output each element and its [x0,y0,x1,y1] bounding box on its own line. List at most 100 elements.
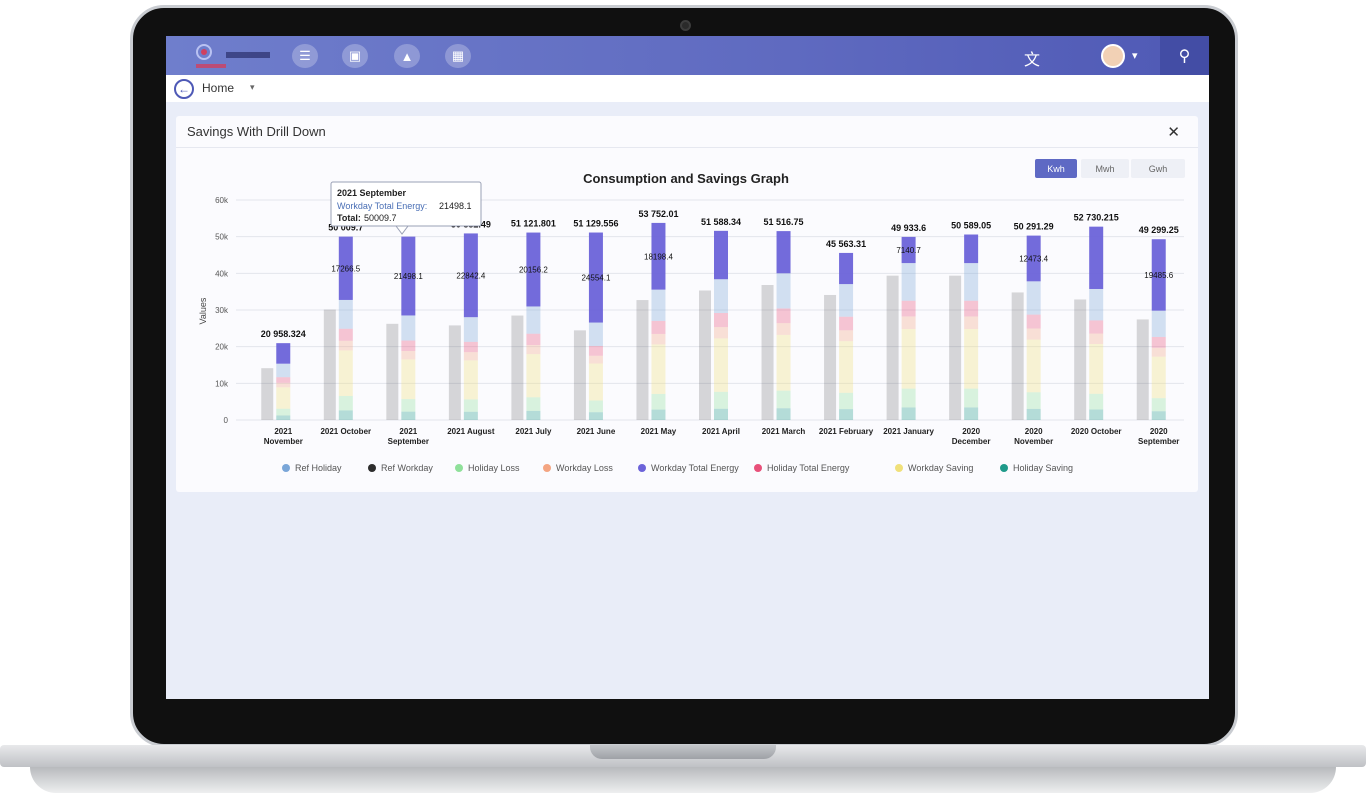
bar-ref-workday[interactable] [949,275,962,420]
bar-ref-workday[interactable] [1074,299,1087,420]
legend-marker[interactable] [754,464,762,472]
building-icon[interactable]: ▣ [342,44,368,68]
bar-holiday-loss[interactable] [401,399,416,412]
bar-ref-holiday[interactable] [588,322,603,346]
bar-holiday-saving[interactable] [526,410,541,420]
bar-holiday-total-energy[interactable] [651,320,666,334]
bar-workday-total-energy[interactable] [1089,226,1104,289]
legend-label[interactable]: Holiday Saving [1013,463,1073,473]
bar-ref-workday[interactable] [1136,319,1149,420]
bar-workday-saving[interactable] [1026,339,1041,393]
bar-holiday-total-energy[interactable] [1089,320,1104,334]
bar-holiday-saving[interactable] [714,408,728,420]
bar-holiday-loss[interactable] [463,399,478,412]
legend-label[interactable]: Holiday Total Energy [767,463,850,473]
legend-marker[interactable] [638,464,646,472]
bar-holiday-total-energy[interactable] [901,300,916,317]
chevron-down-icon[interactable]: ▾ [250,82,255,93]
bar-holiday-loss[interactable] [901,388,916,408]
bar-ref-workday[interactable] [824,294,837,420]
bar-workday-saving[interactable] [1151,356,1166,399]
legend-label[interactable]: Ref Workday [381,463,433,473]
bar-ref-holiday[interactable] [901,263,916,301]
bar-workday-loss[interactable] [1089,333,1104,345]
bar-holiday-loss[interactable] [839,392,854,410]
bar-ref-workday[interactable] [573,330,586,420]
bar-holiday-total-energy[interactable] [776,308,791,324]
bar-workday-total-energy[interactable] [964,234,979,264]
bar-ref-holiday[interactable] [401,315,416,341]
bar-ref-holiday[interactable] [1089,288,1104,321]
legend-label[interactable]: Workday Saving [908,463,973,473]
bar-holiday-total-energy[interactable] [338,328,353,341]
bar-holiday-saving[interactable] [651,409,666,420]
bar-ref-holiday[interactable] [1151,310,1166,337]
bar-holiday-loss[interactable] [1089,393,1104,410]
bar-holiday-saving[interactable] [276,415,291,420]
bar-holiday-loss[interactable] [526,397,541,411]
bar-holiday-total-energy[interactable] [839,316,854,331]
bar-ref-workday[interactable] [761,285,774,420]
bar-holiday-loss[interactable] [1151,398,1166,412]
legend-marker[interactable] [895,464,903,472]
bar-workday-saving[interactable] [276,387,291,409]
bar-workday-saving[interactable] [338,350,353,396]
bar-holiday-loss[interactable] [964,388,979,408]
bar-holiday-saving[interactable] [776,408,791,420]
translate-icon[interactable]: 文 [1024,46,1040,70]
bar-workday-loss[interactable] [651,333,666,345]
bar-workday-loss[interactable] [1026,328,1041,340]
bar-holiday-total-energy[interactable] [463,341,478,353]
bar-holiday-saving[interactable] [588,412,603,420]
breadcrumb-home[interactable]: Home [202,81,234,95]
menu-icon[interactable]: ☰ [292,44,318,68]
bar-workday-loss[interactable] [276,382,291,388]
bar-ref-holiday[interactable] [276,363,291,378]
bar-workday-loss[interactable] [401,351,416,360]
legend-marker[interactable] [543,464,551,472]
bar-holiday-loss[interactable] [714,391,728,409]
bar-holiday-saving[interactable] [1026,408,1041,420]
bar-holiday-saving[interactable] [839,409,854,420]
bar-workday-loss[interactable] [526,345,541,355]
bar-ref-workday[interactable] [261,368,274,420]
bar-holiday-loss[interactable] [276,408,291,416]
bar-workday-saving[interactable] [776,334,791,391]
bar-workday-saving[interactable] [1089,344,1104,394]
bar-holiday-saving[interactable] [1151,411,1166,420]
bar-workday-loss[interactable] [964,316,979,330]
avatar[interactable] [1101,44,1125,68]
bar-holiday-saving[interactable] [901,407,916,420]
bar-holiday-loss[interactable] [588,400,603,413]
bar-holiday-saving[interactable] [338,410,353,420]
bar-workday-saving[interactable] [588,363,603,401]
bar-workday-saving[interactable] [964,329,979,389]
bar-workday-saving[interactable] [401,359,416,400]
bar-holiday-total-energy[interactable] [401,340,416,352]
bar-ref-holiday[interactable] [776,273,791,309]
search-button[interactable]: ⚲ [1160,36,1209,75]
bar-ref-workday[interactable] [448,325,461,420]
bar-ref-holiday[interactable] [526,306,541,334]
legend-label[interactable]: Ref Holiday [295,463,342,473]
bar-ref-holiday[interactable] [651,289,666,321]
dashboard-icon[interactable]: ▦ [445,44,471,68]
bar-holiday-loss[interactable] [651,393,666,410]
bar-ref-holiday[interactable] [1026,281,1041,315]
legend-marker[interactable] [1000,464,1008,472]
bar-workday-total-energy[interactable] [839,252,854,285]
bar-workday-saving[interactable] [839,341,854,393]
bar-workday-loss[interactable] [901,316,916,329]
legend-marker[interactable] [455,464,463,472]
legend-marker[interactable] [282,464,290,472]
chevron-down-icon[interactable]: ▾ [1132,49,1138,62]
bar-ref-workday[interactable] [511,315,524,420]
bar-ref-holiday[interactable] [714,279,728,314]
back-button[interactable]: ← [174,79,194,99]
bar-holiday-total-energy[interactable] [276,377,291,383]
bar-ref-holiday[interactable] [964,263,979,301]
bar-ref-workday[interactable] [636,300,649,420]
bar-holiday-total-energy[interactable] [588,345,603,356]
bar-workday-saving[interactable] [526,354,541,398]
bar-holiday-total-energy[interactable] [964,300,979,317]
